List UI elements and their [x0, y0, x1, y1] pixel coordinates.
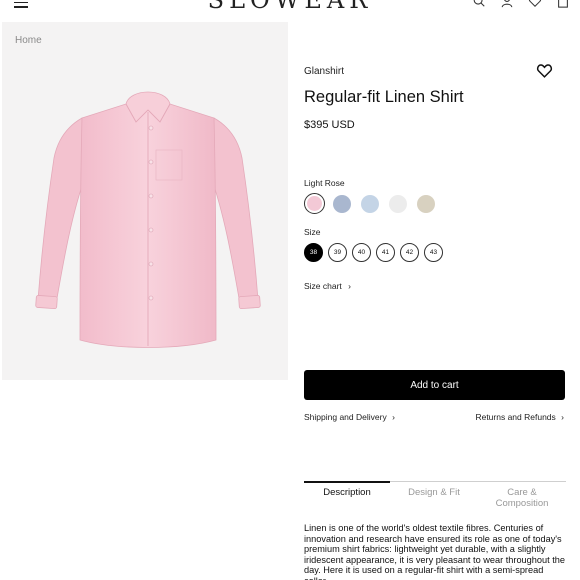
product-gallery[interactable]: Home: [2, 22, 288, 380]
size-chart-link[interactable]: Size chart ›: [304, 281, 351, 291]
color-swatch-white[interactable]: [389, 195, 407, 213]
info-tabs: Description Design & Fit Care & Composit…: [304, 481, 566, 511]
chevron-right-icon: ›: [348, 281, 352, 291]
color-swatch-fill: [307, 196, 322, 211]
heart-icon[interactable]: [528, 0, 542, 8]
color-label: Light Rose: [304, 178, 345, 188]
size-selector: 38 39 40 41 42 43: [304, 243, 464, 263]
bag-icon[interactable]: [556, 0, 570, 8]
header-actions: [472, 0, 570, 8]
shipping-label: Shipping and Delivery: [304, 412, 387, 422]
color-swatch-beige[interactable]: [417, 195, 435, 213]
returns-label: Returns and Refunds: [475, 412, 556, 422]
breadcrumb[interactable]: Home: [15, 35, 42, 46]
size-label: Size: [304, 227, 321, 237]
color-swatch-light-rose[interactable]: [304, 193, 325, 214]
product-title: Regular-fit Linen Shirt: [304, 88, 464, 106]
size-option-41[interactable]: 41: [376, 243, 395, 262]
add-to-cart-button[interactable]: Add to cart: [304, 370, 565, 400]
returns-link[interactable]: Returns and Refunds ›: [475, 412, 564, 422]
tab-care-composition[interactable]: Care & Composition: [478, 487, 566, 509]
color-swatches: [304, 193, 464, 215]
chevron-right-icon: ›: [392, 412, 395, 422]
tab-design-fit[interactable]: Design & Fit: [392, 487, 476, 498]
heart-icon[interactable]: [536, 62, 553, 79]
tab-care-line-1: Care &: [507, 487, 537, 498]
tab-care-line-2: Composition: [495, 498, 549, 509]
size-option-42[interactable]: 42: [400, 243, 419, 262]
color-swatch-light-blue[interactable]: [361, 195, 379, 213]
product-description: Linen is one of the world's oldest texti…: [304, 523, 565, 580]
product-brand[interactable]: Glanshirt: [304, 66, 344, 77]
tab-description[interactable]: Description: [304, 487, 390, 498]
search-icon[interactable]: [472, 0, 486, 8]
size-option-43[interactable]: 43: [424, 243, 443, 262]
product-price: $395 USD: [304, 119, 355, 131]
size-option-38[interactable]: 38: [304, 243, 323, 262]
active-tab-indicator: [304, 481, 390, 483]
size-chart-label: Size chart: [304, 281, 342, 291]
chevron-right-icon: ›: [561, 412, 564, 422]
size-option-39[interactable]: 39: [328, 243, 347, 262]
size-option-40[interactable]: 40: [352, 243, 371, 262]
user-icon[interactable]: [500, 0, 514, 8]
site-header: SLOWEAR: [0, 0, 580, 16]
color-swatch-blue-grey[interactable]: [333, 195, 351, 213]
shipping-link[interactable]: Shipping and Delivery ›: [304, 412, 395, 422]
product-image: [35, 91, 261, 348]
